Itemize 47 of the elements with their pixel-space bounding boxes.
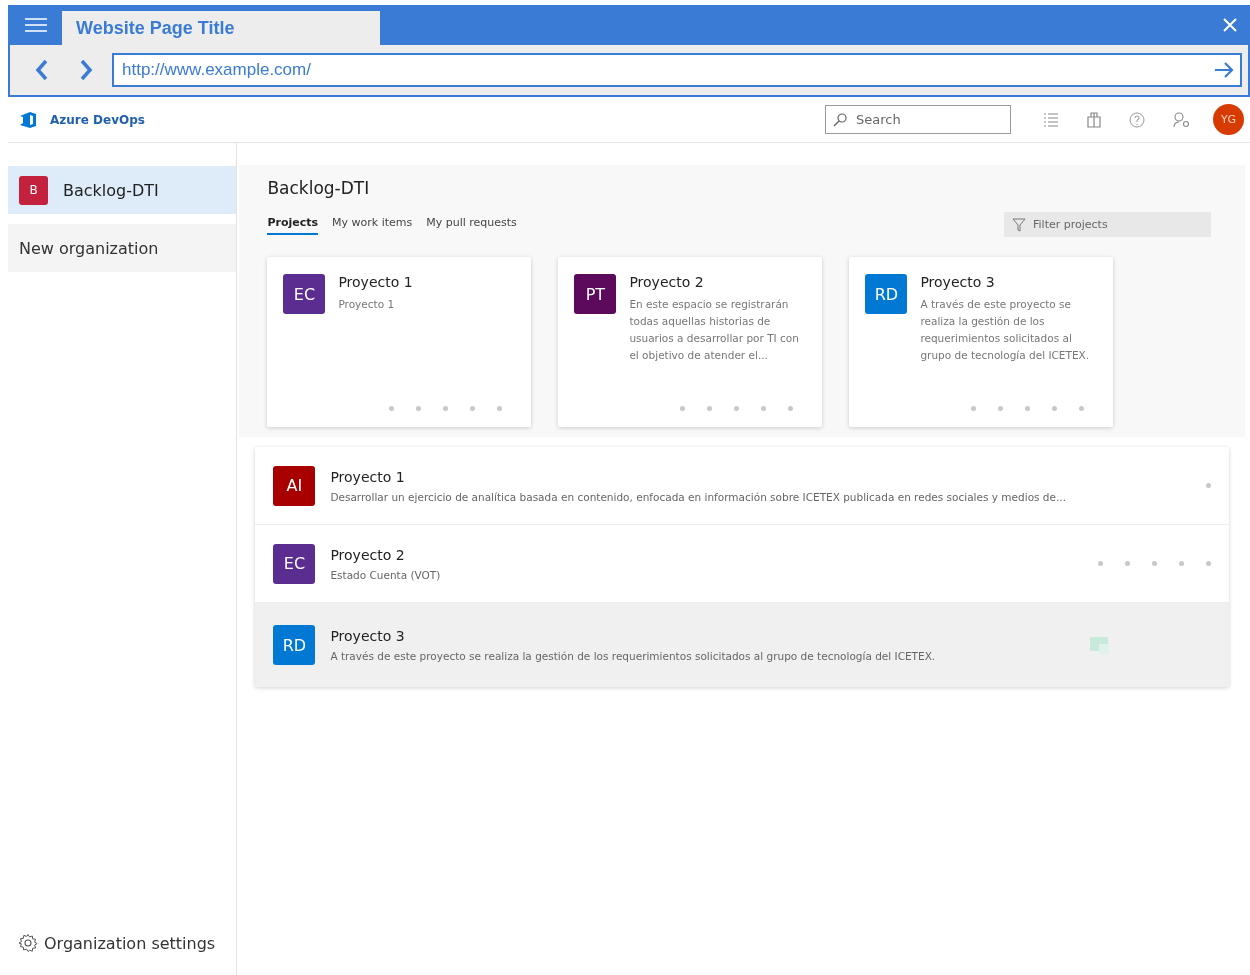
list-icon[interactable] [1043, 112, 1059, 127]
project-avatar: EC [273, 543, 316, 584]
project-avatar: RD [273, 625, 316, 665]
address-field[interactable]: http://www.example.com/ [112, 53, 1242, 87]
project-description: A través de este proyecto se realiza la gestión de los requerimientos solicitados al grupo de tecnología del ICETEX. [330, 650, 937, 662]
loading-dots [1206, 483, 1211, 488]
project-avatar: RD [865, 274, 908, 314]
tab[interactable]: My work items [332, 214, 413, 235]
project-name: Proyecto 1 [338, 274, 414, 290]
organization-name: Backlog-DTI [63, 180, 159, 200]
project-card[interactable]: PT Proyecto 2 En este espacio se registrarán todas aquellas historias de usuarios a desarrollar por TI con el objetivo de atender el... [558, 257, 823, 427]
project-name: Proyecto 3 [920, 274, 996, 290]
filter-field[interactable]: Filter projects [1004, 212, 1211, 237]
project-name: Proyecto 3 [330, 628, 406, 644]
user-settings-icon[interactable] [1173, 111, 1191, 128]
project-avatar: AI [273, 465, 316, 506]
project-description: Estado Cuenta (VOT) [330, 568, 442, 581]
project-description: Proyecto 1 [338, 297, 396, 312]
product-name[interactable]: Azure DevOps [50, 112, 145, 127]
devops-logo-icon [18, 110, 38, 129]
project-card[interactable]: EC Proyecto 1 Proyecto 1 [267, 257, 532, 427]
project-row[interactable]: AI Proyecto 1 Desarrollar un ejercicio de analítica basada en contenido, enfocada en información sobre ICETEX publicada en redes sociales y medios de... [255, 447, 1229, 525]
sidebar-item[interactable]: New organization [8, 224, 237, 272]
browser-tab[interactable]: Website Page Title [62, 11, 380, 45]
project-avatar: EC [283, 274, 326, 314]
organization-settings-link[interactable]: Organization settings [8, 933, 237, 975]
sidebar-item[interactable]: B Backlog-DTI [8, 166, 237, 214]
organization-title: Backlog-DTI [267, 178, 371, 198]
tab[interactable]: My pull requests [426, 214, 517, 235]
close-icon [1223, 18, 1237, 32]
project-name: Proyecto 2 [629, 274, 705, 290]
project-card[interactable]: RD Proyecto 3 A través de este proyecto se realiza la gestión de los requerimientos solicitados al grupo de tecnología del ICETEX. [849, 257, 1114, 427]
project-description: A través de este proyecto se realiza la gestión de los requerimientos solicitados al grupo de tecnología del ICETEX. [920, 297, 1091, 363]
project-row[interactable]: RD Proyecto 3 A través de este proyecto se realiza la gestión de los requerimientos solicitados al grupo de tecnología del ICETEX. [255, 603, 1229, 687]
organization-avatar: B [19, 175, 48, 205]
project-description: En este espacio se registrarán todas aquellas historias de usuarios a desarrollar por TI con el objetivo de atender el... [629, 297, 800, 363]
go-arrow-icon [1214, 61, 1234, 79]
project-avatar: PT [574, 274, 617, 314]
project-description: Desarrollar un ejercicio de analítica basada en contenido, enfocada en información sobre ICETEX publicada en redes sociales y medios de... [330, 490, 1066, 503]
tab[interactable]: Projects [267, 214, 318, 235]
help-icon[interactable] [1129, 111, 1145, 128]
project-name: Proyecto 1 [330, 468, 406, 485]
gear-icon [18, 933, 38, 953]
menu-icon [25, 17, 47, 33]
project-name: Proyecto 2 [330, 546, 406, 563]
shopping-bag-icon[interactable] [1087, 111, 1101, 128]
search-field[interactable]: Search [825, 105, 1011, 134]
